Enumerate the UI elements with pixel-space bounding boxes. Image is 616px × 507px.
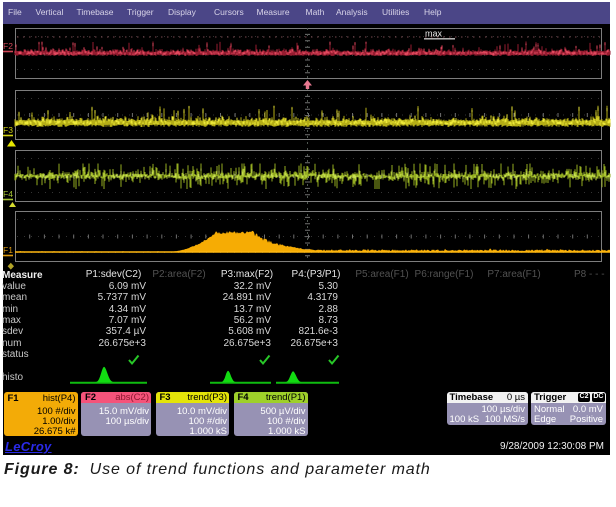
svg-text:max: max (425, 29, 443, 39)
svg-text:F4: F4 (3, 189, 13, 199)
svg-text:F2: F2 (3, 41, 13, 51)
svg-text:F1: F1 (3, 245, 13, 255)
svg-text:F3: F3 (3, 125, 13, 135)
